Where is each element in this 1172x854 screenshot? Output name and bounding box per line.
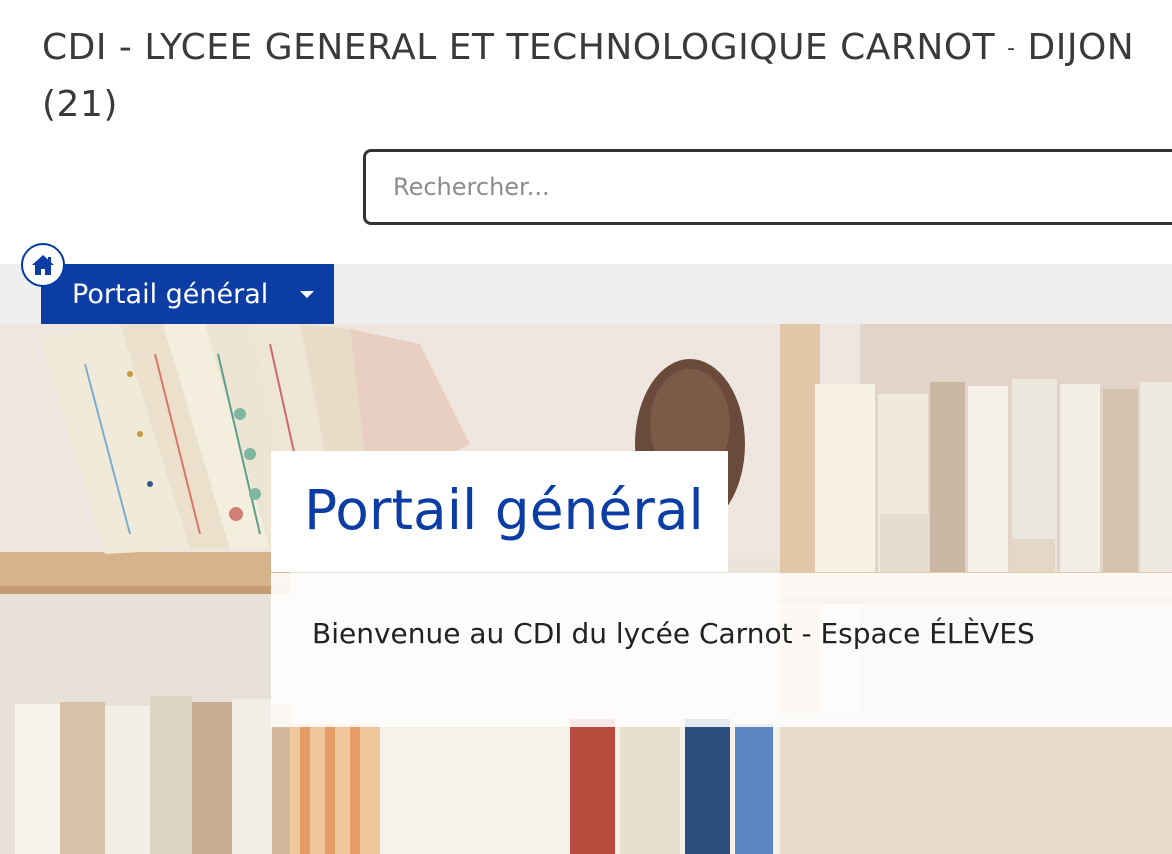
- portal-dropdown-button[interactable]: Portail général: [41, 264, 334, 324]
- hero-title-box: Portail général: [271, 451, 728, 572]
- hero-text-box: Bienvenue au CDI du lycée Carnot - Espac…: [271, 573, 1172, 727]
- search-box: [363, 149, 1172, 225]
- home-button[interactable]: [21, 243, 65, 287]
- search-input[interactable]: [366, 152, 1172, 222]
- hero-title: Portail général: [304, 478, 704, 542]
- home-icon: [32, 255, 54, 275]
- caret-down-icon: [300, 291, 314, 298]
- portal-dropdown-label: Portail général: [72, 278, 269, 310]
- site-title-separator: -: [1007, 36, 1016, 61]
- site-title: CDI - LYCEE GENERAL ET TECHNOLOGIQUE CAR…: [42, 20, 1152, 133]
- site-title-main: CDI - LYCEE GENERAL ET TECHNOLOGIQUE CAR…: [42, 27, 996, 68]
- hero-welcome-text: Bienvenue au CDI du lycée Carnot - Espac…: [312, 617, 1035, 650]
